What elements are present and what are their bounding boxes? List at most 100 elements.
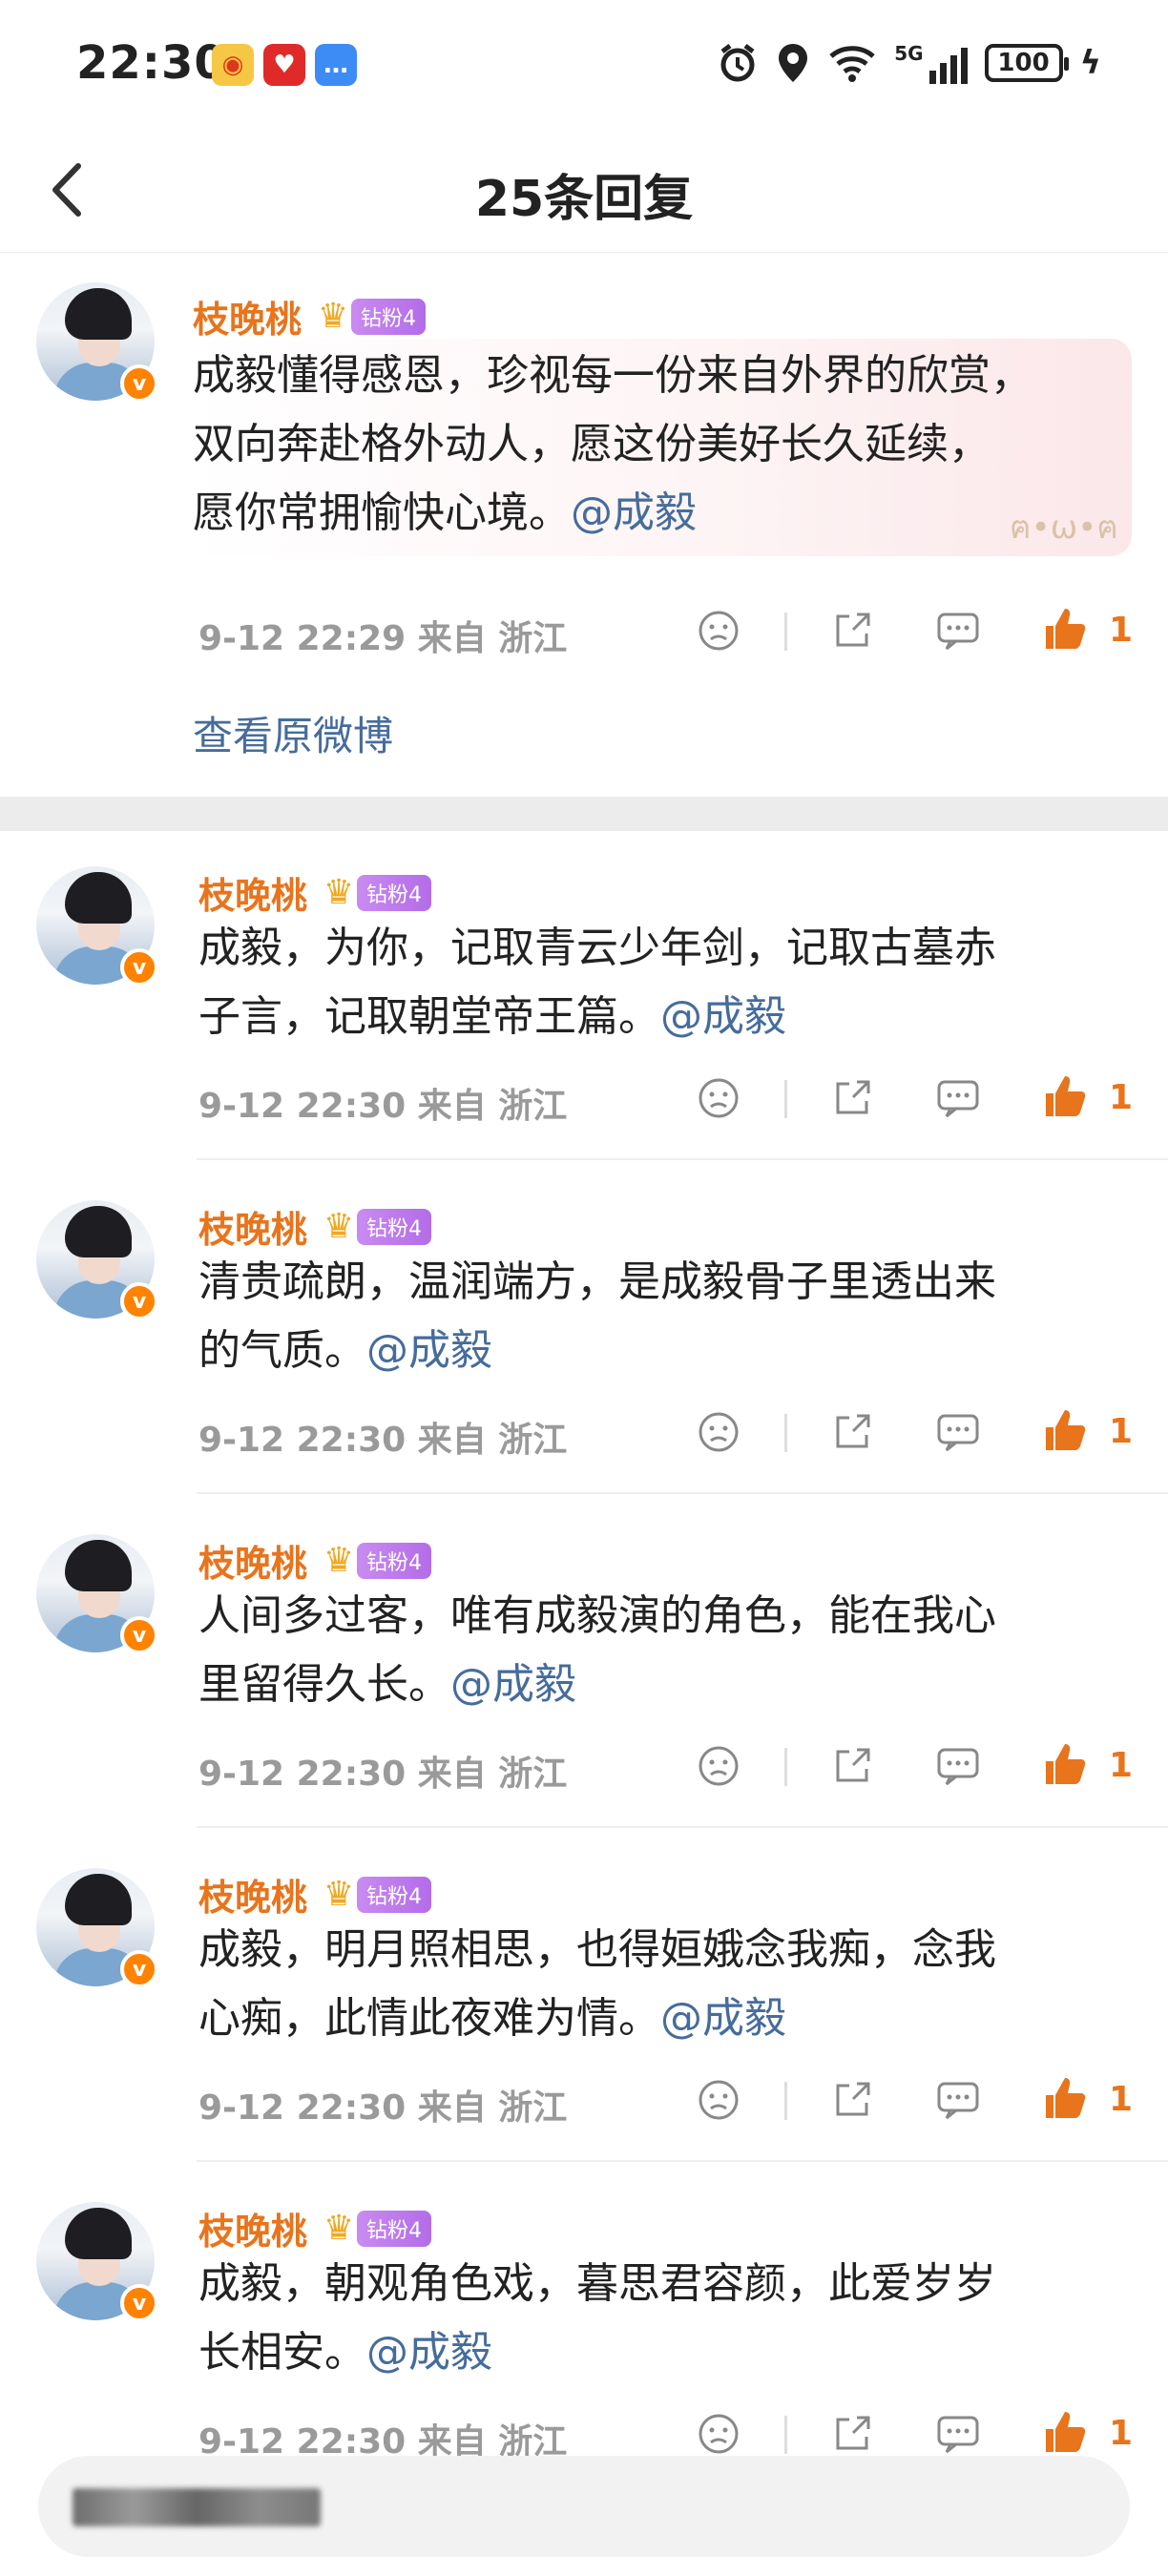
share-icon[interactable]	[830, 1076, 874, 1120]
message-app-icon: …	[315, 44, 357, 86]
username-row: 枝晚桃 ♛ 钻粉4	[198, 1534, 432, 1587]
username-row: 枝晚桃 ♛ 钻粉4	[198, 2202, 432, 2254]
page-title: 25条回复	[474, 171, 694, 228]
mention-link[interactable]: @成毅	[660, 992, 786, 1041]
share-icon[interactable]	[830, 2412, 874, 2456]
share-icon[interactable]	[830, 2078, 874, 2122]
location: 来自 浙江	[417, 619, 568, 658]
avatar[interactable]: v	[36, 2202, 158, 2322]
like-thumb-icon[interactable]	[1042, 1406, 1088, 1454]
section-divider	[0, 797, 1168, 831]
crown-icon: ♛	[323, 1874, 355, 1914]
comment-text: 成毅，明月照相思，也得姮娥念我痴，念我 心痴，此情此夜难为情。@成毅	[198, 1925, 996, 2043]
comment-text: 成毅，朝观角色戏，暮思君容颜，此爱岁岁 长相安。@成毅	[198, 2259, 996, 2377]
view-original-link[interactable]: 查看原微博	[193, 704, 393, 762]
signal-icon: 5G	[894, 42, 968, 84]
dislike-face-icon[interactable]	[697, 2078, 740, 2122]
comment-meta: 9-12 22:30 来自 浙江	[198, 2080, 567, 2129]
comment-text: 成毅懂得感恩，珍视每一份来自外界的欣赏， 双向奔赴格外动人，愿这份美好长久延续，…	[193, 351, 1032, 537]
avatar[interactable]: v	[36, 1200, 158, 1320]
dislike-face-icon[interactable]	[697, 1744, 740, 1788]
timestamp: 9-12 22:30	[198, 2088, 407, 2128]
comment-icon[interactable]	[935, 2412, 981, 2456]
page-header: 25条回复	[0, 134, 1168, 253]
location-icon	[779, 44, 808, 82]
comment-icon[interactable]	[935, 2078, 981, 2122]
comment-meta: 9-12 22:29 来自 浙江	[198, 611, 567, 660]
status-icons: 5G 100 ϟ	[717, 42, 1101, 84]
like-thumb-icon[interactable]	[1042, 2408, 1088, 2456]
comment-icon[interactable]	[935, 1410, 981, 1454]
fan-badge: ♛ 钻粉4	[309, 296, 427, 336]
battery-icon: 100	[984, 44, 1069, 82]
timestamp: 9-12 22:29	[198, 619, 407, 658]
avatar[interactable]: v	[36, 866, 158, 987]
divider	[197, 2160, 1168, 2162]
like-count: 1	[1109, 1412, 1134, 1451]
charging-icon: ϟ	[1079, 44, 1101, 82]
comment-meta: 9-12 22:30 来自 浙江	[198, 1412, 567, 1462]
username[interactable]: 枝晚桃	[193, 290, 302, 343]
like-count: 1	[1109, 2080, 1134, 2119]
mention-link[interactable]: @成毅	[450, 1660, 576, 1709]
crown-icon: ♛	[317, 296, 349, 336]
like-thumb-icon[interactable]	[1042, 1740, 1088, 1788]
username[interactable]: 枝晚桃	[198, 1200, 307, 1253]
like-count: 1	[1109, 1078, 1134, 1117]
divider	[197, 1826, 1168, 1828]
share-icon[interactable]	[830, 1744, 874, 1788]
username[interactable]: 枝晚桃	[198, 1868, 307, 1921]
separator	[784, 1748, 787, 1786]
username[interactable]: 枝晚桃	[198, 2202, 307, 2254]
like-count: 1	[1109, 1746, 1134, 1785]
divider	[197, 1158, 1168, 1160]
fan-badge: ♛ 钻粉4	[315, 1207, 432, 1246]
location: 来自 浙江	[417, 2088, 568, 2128]
dislike-face-icon[interactable]	[697, 609, 740, 653]
verified-icon: v	[120, 948, 158, 987]
username[interactable]: 枝晚桃	[198, 1534, 307, 1587]
mention-link[interactable]: @成毅	[366, 2328, 492, 2377]
avatar[interactable]: v	[36, 282, 158, 403]
comment-icon[interactable]	[935, 609, 981, 653]
separator	[784, 1414, 787, 1452]
dislike-face-icon[interactable]	[697, 1410, 740, 1454]
comment-icon[interactable]	[935, 1744, 981, 1788]
wifi-icon	[829, 46, 875, 82]
mention-link[interactable]: @成毅	[571, 488, 697, 537]
comment-meta: 9-12 22:30 来自 浙江	[198, 1746, 567, 1796]
comment-icon[interactable]	[935, 1076, 981, 1120]
comment-meta: 9-12 22:30 来自 浙江	[198, 1078, 567, 1128]
share-icon[interactable]	[830, 1410, 874, 1454]
avatar[interactable]: v	[36, 1534, 158, 1654]
dislike-face-icon[interactable]	[697, 2412, 740, 2456]
username[interactable]: 枝晚桃	[198, 866, 307, 919]
fan-badge: ♛ 钻粉4	[315, 873, 432, 912]
like-count: 1	[1109, 2414, 1134, 2453]
verified-icon: v	[120, 1950, 158, 1988]
mention-link[interactable]: @成毅	[366, 1326, 492, 1375]
username-row: 枝晚桃 ♛ 钻粉4	[198, 866, 432, 919]
like-thumb-icon[interactable]	[1042, 605, 1088, 653]
verified-icon: v	[120, 2284, 158, 2322]
like-count: 1	[1109, 611, 1134, 650]
fan-badge: ♛ 钻粉4	[315, 1874, 432, 1914]
location: 来自 浙江	[417, 1087, 568, 1126]
share-icon[interactable]	[830, 609, 874, 653]
like-thumb-icon[interactable]	[1042, 2074, 1088, 2122]
avatar[interactable]: v	[36, 1868, 158, 1988]
username-row: 枝晚桃 ♛ 钻粉4	[198, 1868, 432, 1921]
separator	[784, 1080, 787, 1118]
reply-input[interactable]	[38, 2456, 1130, 2557]
verified-icon: v	[120, 1616, 158, 1654]
separator	[784, 2416, 787, 2454]
timestamp: 9-12 22:30	[198, 1421, 407, 1460]
dislike-face-icon[interactable]	[697, 1076, 740, 1120]
verified-icon: v	[120, 364, 158, 403]
mention-link[interactable]: @成毅	[660, 1994, 786, 2043]
fan-badge: ♛ 钻粉4	[315, 1541, 432, 1580]
fan-badge: ♛ 钻粉4	[315, 2209, 432, 2248]
network-label: 5G	[894, 42, 924, 65]
comment-text: 清贵疏朗，温润端方，是成毅骨子里透出来 的气质。@成毅	[198, 1257, 996, 1375]
like-thumb-icon[interactable]	[1042, 1072, 1088, 1120]
